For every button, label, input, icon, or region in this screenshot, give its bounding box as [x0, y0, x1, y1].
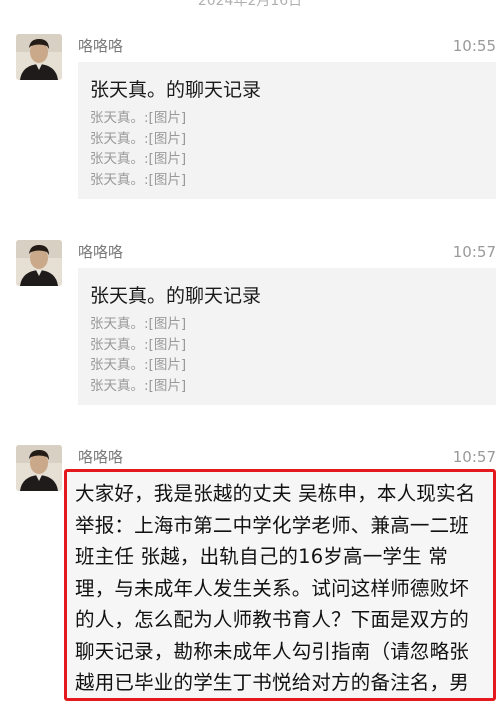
chat-record-card[interactable]: 张天真。的聊天记录 张天真。:[图片] 张天真。:[图片] 张天真。:[图片] … [78, 268, 496, 405]
date-divider: 2024年2月16日 [197, 0, 303, 9]
message-time: 10:55 [452, 37, 496, 55]
report-message-bubble[interactable]: 大家好，我是张越的丈夫 吴栋申，本人现实名举报：上海市第二中学化学老师、兼高一二… [64, 469, 496, 701]
chat-record-line: 张天真。:[图片] [90, 171, 187, 188]
chat-record-title: 张天真。的聊天记录 [90, 285, 262, 307]
chat-record-title: 张天真。的聊天记录 [90, 79, 262, 101]
sender-name: 咯咯咯 [78, 37, 124, 55]
report-message-text: 大家好，我是张越的丈夫 吴栋申，本人现实名举报：上海市第二中学化学老师、兼高一二… [75, 482, 476, 694]
chat-record-line: 张天真。:[图片] [90, 316, 187, 332]
chat-record-line: 张天真。:[图片] [90, 336, 187, 353]
sender-name: 咯咯咯 [78, 448, 124, 466]
chat-record-line: 张天真。:[图片] [90, 151, 187, 167]
avatar[interactable] [16, 445, 62, 491]
sender-name: 咯咯咯 [78, 243, 124, 261]
chat-record-card[interactable]: 张天真。的聊天记录 张天真。:[图片] 张天真。:[图片] 张天真。:[图片] … [78, 62, 496, 199]
avatar[interactable] [16, 34, 62, 80]
avatar-image [16, 34, 62, 80]
chat-record-line: 张天真。:[图片] [90, 377, 187, 394]
avatar[interactable] [16, 240, 62, 286]
message-time: 10:57 [452, 243, 496, 261]
avatar-image [16, 445, 62, 491]
message-time: 10:57 [452, 448, 496, 466]
avatar-image [16, 240, 62, 286]
chat-record-line: 张天真。:[图片] [90, 130, 187, 147]
chat-record-line: 张天真。:[图片] [90, 110, 187, 126]
chat-record-line: 张天真。:[图片] [90, 357, 187, 373]
